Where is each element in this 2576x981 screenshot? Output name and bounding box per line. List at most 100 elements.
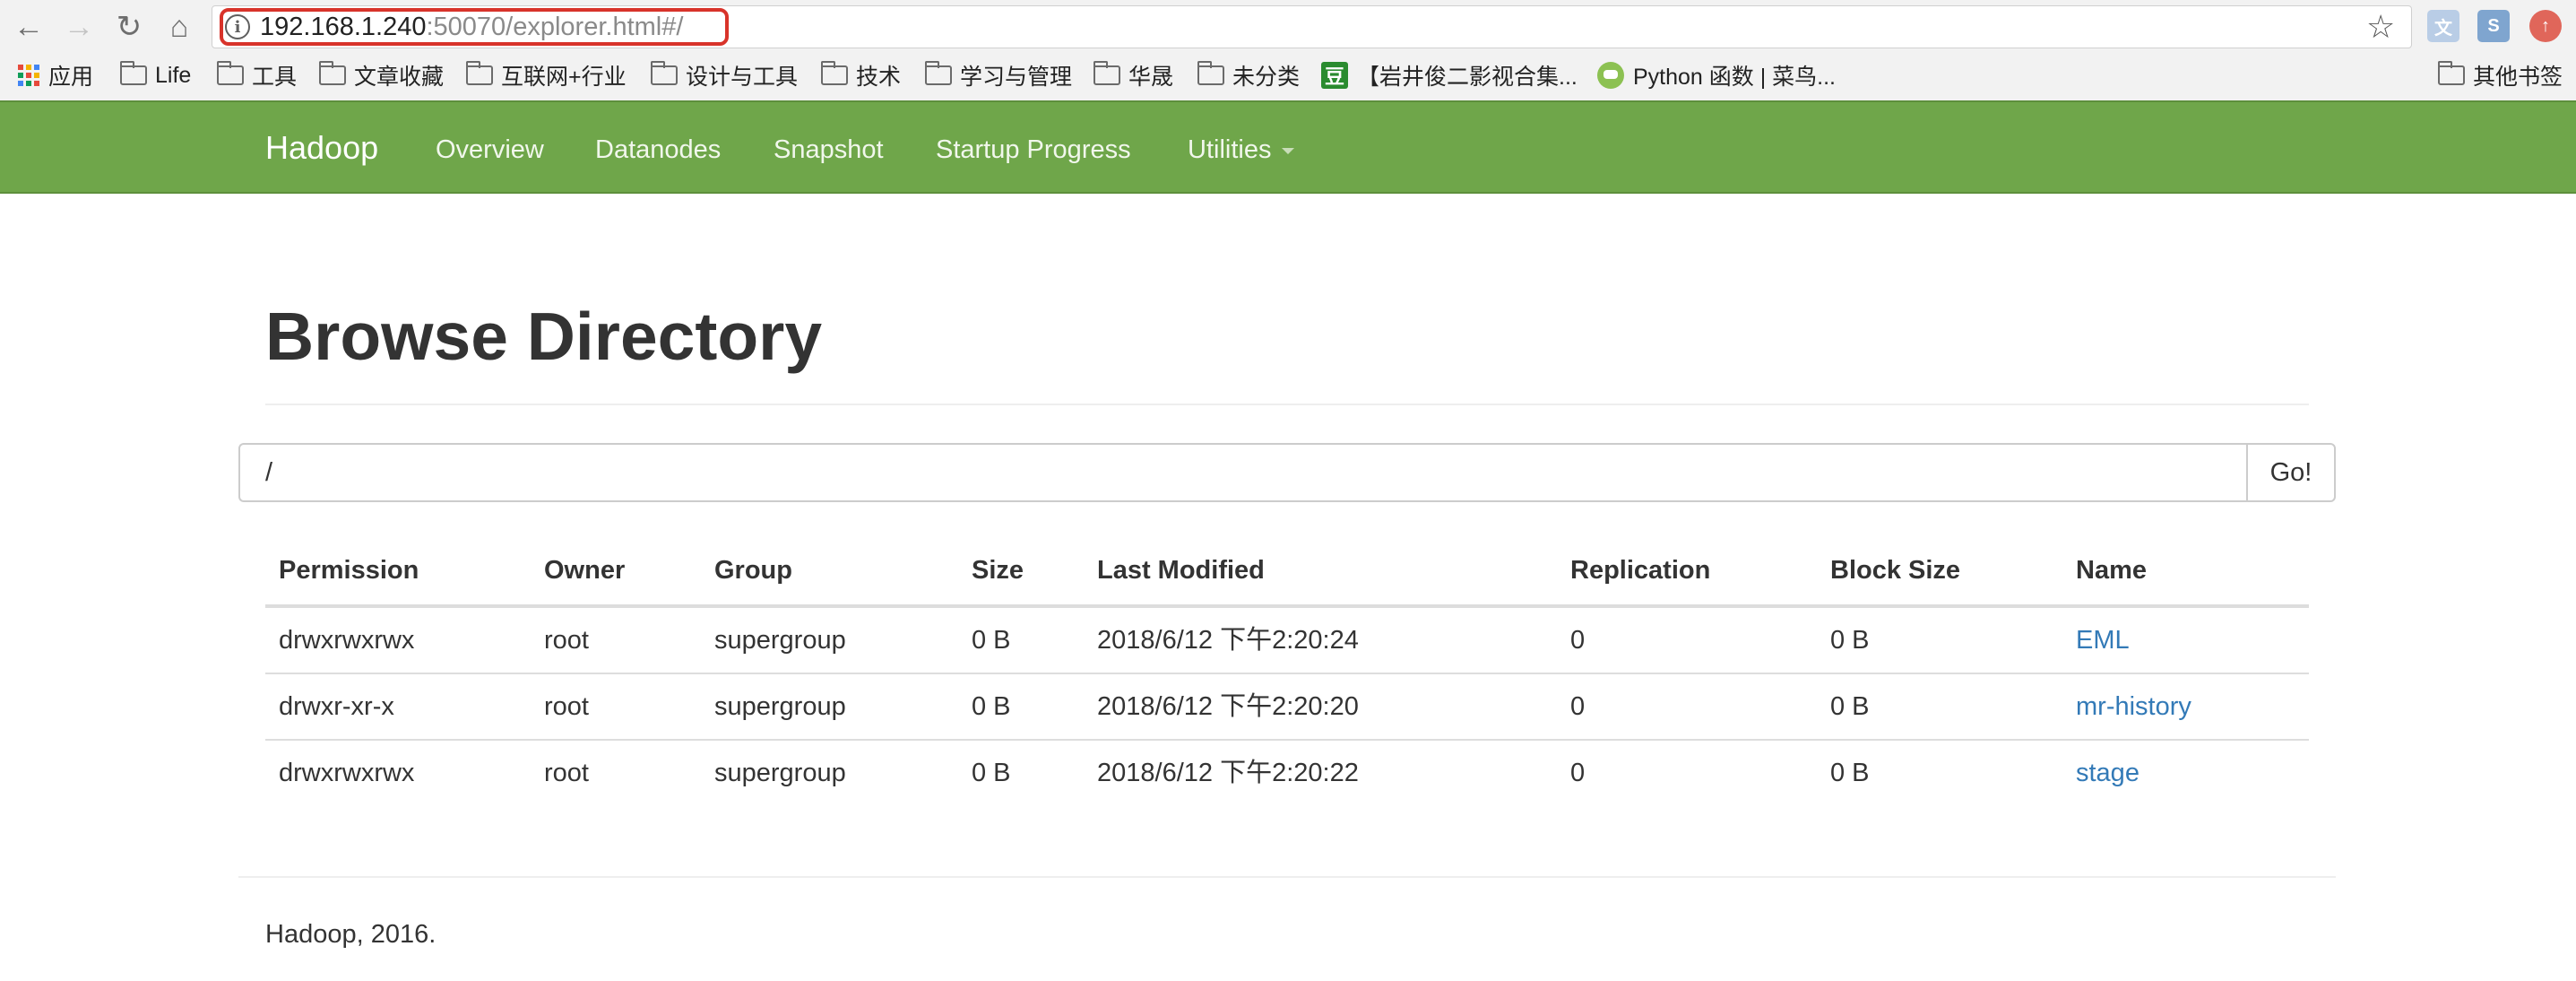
navbar-brand[interactable]: Hadoop	[265, 126, 378, 170]
header-size: Size	[972, 556, 1024, 585]
reload-icon[interactable]: ↻	[109, 7, 149, 47]
bookmark-label: 华晟	[1128, 65, 1174, 90]
cell-block-size: 0 B	[1830, 759, 1870, 787]
folder-icon	[216, 61, 244, 85]
apps-grid-icon	[18, 65, 39, 86]
cell-permission: drwxrwxrwx	[279, 759, 415, 787]
header-name: Name	[2076, 556, 2147, 585]
cell-last-modified: 2018/6/12 下午2:20:20	[1097, 692, 1359, 721]
cell-size: 0 B	[972, 626, 1011, 655]
cell-replication: 0	[1570, 692, 1586, 721]
bookmark-label: 文章收藏	[354, 65, 445, 90]
bookmark-folder-articles[interactable]: 文章收藏	[318, 59, 445, 91]
cell-block-size: 0 B	[1830, 692, 1870, 721]
url-text[interactable]: 192.168.1.240:50070/explorer.html#/	[260, 11, 683, 43]
bookmark-label: 【岩井俊二影视合集...	[1357, 65, 1578, 90]
bookmark-apps[interactable]: 应用	[18, 59, 93, 91]
cell-last-modified: 2018/6/12 下午2:20:22	[1097, 759, 1359, 787]
s-extension-icon[interactable]: S	[2477, 10, 2510, 42]
nav-startup-progress[interactable]: Startup Progress	[936, 132, 1131, 168]
folder-icon	[924, 61, 952, 85]
bookmark-star-icon[interactable]: ☆	[2366, 9, 2395, 45]
folder-icon	[650, 61, 678, 85]
bookmark-label: 工具	[252, 65, 298, 90]
bookmark-folder-tech[interactable]: 技术	[820, 59, 902, 91]
bookmark-label: 技术	[856, 65, 902, 90]
footer-text: Hadoop, 2016.	[265, 920, 437, 949]
cell-group: supergroup	[714, 626, 846, 655]
forward-arrow-icon[interactable]: →	[59, 7, 99, 47]
cell-block-size: 0 B	[1830, 626, 1870, 655]
cell-size: 0 B	[972, 759, 1011, 787]
page-title: Browse Directory	[265, 299, 823, 374]
cell-group: supergroup	[714, 759, 846, 787]
table-row: drwxr-xr-x root supergroup 0 B 2018/6/12…	[265, 674, 2309, 741]
nav-snapshot[interactable]: Snapshot	[774, 132, 884, 168]
bookmark-label: 未分类	[1232, 65, 1301, 90]
back-arrow-icon[interactable]: ←	[9, 7, 48, 47]
browser-chrome: ← → ↻ ⌂ i 192.168.1.240:50070/explorer.h…	[0, 0, 2576, 100]
cell-last-modified: 2018/6/12 下午2:20:24	[1097, 626, 1359, 655]
home-icon[interactable]: ⌂	[160, 7, 199, 47]
bookmark-folder-design[interactable]: 设计与工具	[650, 59, 799, 91]
folder-icon	[820, 61, 848, 85]
header-permission: Permission	[279, 556, 419, 585]
bookmark-label: 其他书签	[2473, 65, 2563, 90]
url-path: :50070/explorer.html#/	[426, 13, 684, 41]
folder-icon	[1197, 61, 1224, 85]
bookmark-label: 应用	[48, 65, 94, 90]
bookmark-folder-huasheng[interactable]: 华晟	[1093, 59, 1174, 91]
folder-icon	[119, 61, 147, 85]
header-replication: Replication	[1570, 556, 1711, 585]
bookmark-folder-unsorted[interactable]: 未分类	[1197, 59, 1300, 91]
header-owner: Owner	[544, 556, 626, 585]
bookmark-folder-tools[interactable]: 工具	[216, 59, 298, 91]
folder-icon	[2437, 61, 2465, 85]
go-button[interactable]: Go!	[2246, 443, 2336, 502]
cell-name-link[interactable]: mr-history	[2076, 689, 2191, 725]
runoob-icon	[1597, 62, 1624, 89]
header-block-size: Block Size	[1830, 556, 1961, 585]
nav-overview[interactable]: Overview	[436, 132, 544, 168]
cell-owner: root	[544, 759, 589, 787]
bookmark-label: Python 函数 | 菜鸟...	[1633, 65, 1837, 90]
update-extension-icon[interactable]: ↑	[2529, 10, 2562, 42]
cell-replication: 0	[1570, 626, 1586, 655]
nav-utilities-dropdown[interactable]: Utilities	[1188, 132, 1295, 168]
translate-extension-icon[interactable]: 文	[2427, 10, 2459, 42]
folder-icon	[465, 61, 493, 85]
bookmark-runoob[interactable]: Python 函数 | 菜鸟...	[1597, 59, 1836, 91]
url-host: 192.168.1.240	[260, 13, 427, 41]
cell-permission: drwxrwxrwx	[279, 626, 415, 655]
bookmark-folder-life[interactable]: Life	[119, 59, 192, 91]
cell-name-link[interactable]: EML	[2076, 622, 2130, 658]
cell-owner: root	[544, 692, 589, 721]
nav-utilities-label: Utilities	[1188, 135, 1272, 164]
header-group: Group	[714, 556, 792, 585]
douban-icon: 豆	[1321, 62, 1348, 89]
footer-divider	[238, 876, 2336, 878]
browser-toolbar: ← → ↻ ⌂ i 192.168.1.240:50070/explorer.h…	[0, 0, 2576, 54]
cell-group: supergroup	[714, 692, 846, 721]
table-row: drwxrwxrwx root supergroup 0 B 2018/6/12…	[265, 741, 2309, 807]
site-info-icon[interactable]: i	[225, 14, 250, 39]
bookmark-folder-internet[interactable]: 互联网+行业	[465, 59, 627, 91]
bookmark-other[interactable]: 其他书签	[2437, 59, 2563, 91]
bookmark-label: 学习与管理	[960, 65, 1073, 90]
cell-name-link[interactable]: stage	[2076, 755, 2139, 791]
cell-size: 0 B	[972, 692, 1011, 721]
cell-replication: 0	[1570, 759, 1586, 787]
nav-datanodes[interactable]: Datanodes	[595, 132, 721, 168]
divider	[265, 404, 2309, 405]
header-last-modified: Last Modified	[1097, 556, 1265, 585]
bookmark-label: 设计与工具	[686, 65, 799, 90]
bookmark-douban[interactable]: 豆 【岩井俊二影视合集...	[1321, 59, 1578, 91]
folder-icon	[318, 61, 346, 85]
directory-path-input[interactable]	[238, 443, 2248, 502]
table-row: drwxrwxrwx root supergroup 0 B 2018/6/12…	[265, 608, 2309, 674]
caret-down-icon	[1282, 147, 1295, 154]
hadoop-navbar: Hadoop Overview Datanodes Snapshot Start…	[0, 100, 2576, 194]
bookmark-label: 互联网+行业	[501, 65, 627, 90]
bookmark-folder-learning[interactable]: 学习与管理	[924, 59, 1073, 91]
bookmark-label: Life	[155, 62, 192, 88]
